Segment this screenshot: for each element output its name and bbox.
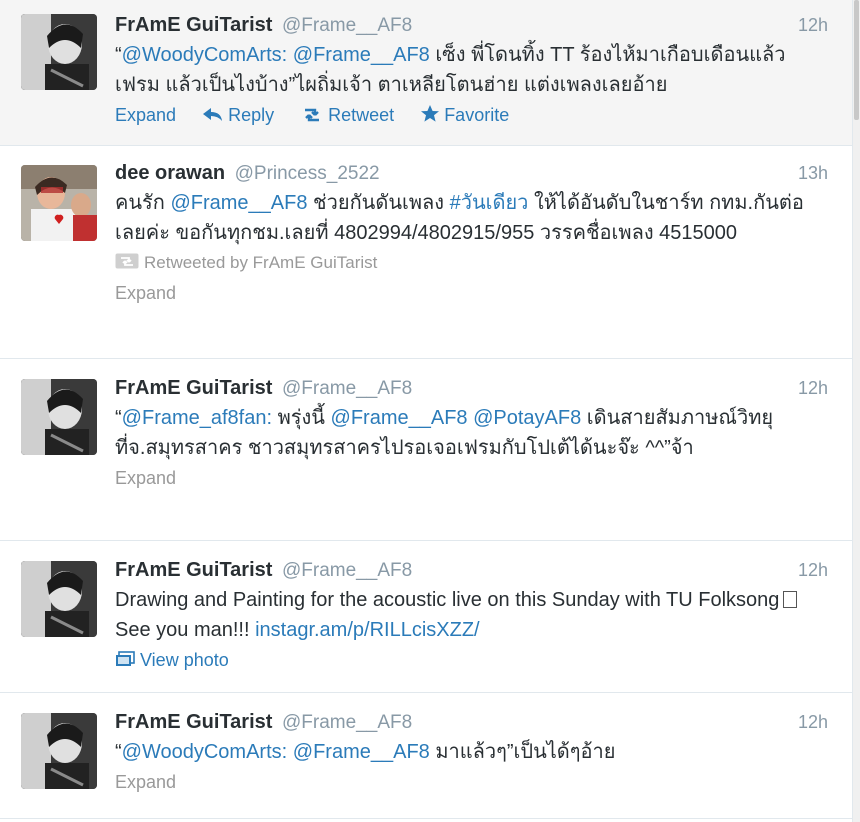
timestamp[interactable]: 12h bbox=[798, 709, 828, 735]
retweeted-by-text: Retweeted by FrAmE GuiTarist bbox=[144, 253, 378, 272]
view-photo-link[interactable]: View photo bbox=[115, 650, 229, 670]
tweet[interactable]: FrAmE GuiTarist @Frame__AF8 12h “@Frame_… bbox=[0, 359, 852, 541]
tweet-header: FrAmE GuiTarist @Frame__AF8 12h bbox=[115, 12, 828, 38]
fullname[interactable]: FrAmE GuiTarist bbox=[115, 711, 272, 733]
tweet-text: Drawing and Painting for the acoustic li… bbox=[115, 585, 828, 645]
timestamp[interactable]: 12h bbox=[798, 557, 828, 583]
tweet[interactable]: FrAmE GuiTarist @Frame__AF8 12h Drawing … bbox=[0, 541, 852, 693]
hashtag-link[interactable]: #วันเดียว bbox=[450, 192, 529, 214]
text-fragment: “ bbox=[115, 741, 122, 763]
retweet-button[interactable]: Retweet bbox=[301, 105, 399, 125]
reply-button[interactable]: Reply bbox=[203, 105, 279, 125]
tweet-actions: View photo bbox=[115, 647, 828, 673]
retweet-context[interactable]: Retweeted by FrAmE GuiTarist bbox=[115, 248, 828, 278]
tweet-text: “@WoodyComArts: @Frame__AF8 เซ็ง พี่โดนท… bbox=[115, 40, 828, 100]
expand-link[interactable]: Expand bbox=[115, 767, 828, 797]
mention-link[interactable]: @Frame_af8fan: bbox=[122, 407, 272, 429]
fullname[interactable]: FrAmE GuiTarist bbox=[115, 14, 272, 36]
tweet[interactable]: FrAmE GuiTarist @Frame__AF8 12h “@WoodyC… bbox=[0, 0, 852, 146]
view-photo-label: View photo bbox=[140, 650, 229, 670]
favorite-button[interactable]: Favorite bbox=[421, 105, 509, 125]
tweet-text: “@Frame_af8fan: พรุ่งนี้ @Frame__AF8 @Po… bbox=[115, 403, 828, 463]
timestamp[interactable]: 12h bbox=[798, 12, 828, 38]
expand-link[interactable]: Expand bbox=[115, 278, 828, 308]
fullname[interactable]: FrAmE GuiTarist bbox=[115, 559, 272, 581]
tweet-header: FrAmE GuiTarist @Frame__AF8 12h bbox=[115, 375, 828, 401]
tweet-text: “@WoodyComArts: @Frame__AF8 มาแล้วๆ”เป็น… bbox=[115, 737, 828, 767]
mention-link[interactable]: @WoodyComArts: bbox=[122, 44, 288, 66]
mention-link[interactable]: @Frame__AF8 bbox=[331, 407, 468, 429]
reply-label: Reply bbox=[228, 105, 275, 125]
mention-link[interactable]: @WoodyComArts: bbox=[122, 741, 288, 763]
scrollbar[interactable] bbox=[853, 0, 860, 822]
tweet-stream: FrAmE GuiTarist @Frame__AF8 12h “@WoodyC… bbox=[0, 0, 853, 822]
avatar[interactable] bbox=[21, 165, 97, 241]
mention-link[interactable]: @Frame__AF8 bbox=[293, 44, 430, 66]
mention-link[interactable]: @Frame__AF8 bbox=[170, 192, 307, 214]
tweet[interactable]: dee orawan @Princess_2522 13h คนรัก @Fra… bbox=[0, 146, 852, 359]
avatar[interactable] bbox=[21, 14, 97, 90]
tweet-header: FrAmE GuiTarist @Frame__AF8 12h bbox=[115, 557, 828, 583]
mention-link[interactable]: @PotayAF8 bbox=[473, 407, 581, 429]
expand-link[interactable]: Expand bbox=[115, 105, 176, 125]
username[interactable]: @Frame__AF8 bbox=[282, 378, 412, 399]
avatar[interactable] bbox=[21, 713, 97, 789]
username[interactable]: @Frame__AF8 bbox=[282, 560, 412, 581]
username[interactable]: @Frame__AF8 bbox=[282, 15, 412, 36]
timestamp[interactable]: 13h bbox=[798, 160, 828, 186]
username[interactable]: @Frame__AF8 bbox=[282, 712, 412, 733]
photo-icon bbox=[115, 648, 135, 674]
text-fragment: คนรัก bbox=[115, 192, 171, 214]
text-fragment: พรุ่งนี้ bbox=[272, 407, 331, 429]
scrollbar-thumb[interactable] bbox=[854, 0, 859, 120]
timestamp[interactable]: 12h bbox=[798, 375, 828, 401]
mention-link[interactable]: @Frame__AF8 bbox=[293, 741, 430, 763]
tweet-actions: Expand Reply Retweet Favorite bbox=[115, 102, 828, 128]
text-fragment: “ bbox=[115, 407, 122, 429]
text-fragment: มาแล้วๆ”เป็นได้ๆอ้าย bbox=[429, 741, 616, 763]
tweet[interactable]: FrAmE GuiTarist @Frame__AF8 12h “@WoodyC… bbox=[0, 693, 852, 819]
text-fragment: Drawing and Painting for the acoustic li… bbox=[115, 589, 780, 611]
unsupported-glyph-icon bbox=[783, 591, 798, 608]
username[interactable]: @Princess_2522 bbox=[235, 163, 380, 184]
tweet-text: คนรัก @Frame__AF8 ช่วยกันดันเพลง #วันเดี… bbox=[115, 188, 828, 248]
reply-arrow-icon bbox=[203, 103, 223, 129]
expand-link[interactable]: Expand bbox=[115, 463, 828, 493]
retweet-label: Retweet bbox=[328, 105, 395, 125]
text-fragment: ช่วยกันดันเพลง bbox=[307, 192, 450, 214]
fullname[interactable]: FrAmE GuiTarist bbox=[115, 377, 272, 399]
retweeted-icon bbox=[115, 249, 139, 279]
favorite-label: Favorite bbox=[444, 105, 510, 125]
avatar[interactable] bbox=[21, 379, 97, 455]
tweet-header: FrAmE GuiTarist @Frame__AF8 12h bbox=[115, 709, 828, 735]
instagram-link[interactable]: instagr.am/p/RILLcisXZZ/ bbox=[255, 619, 480, 641]
avatar[interactable] bbox=[21, 561, 97, 637]
retweet-icon bbox=[301, 103, 323, 129]
text-fragment: See you man!!! bbox=[115, 619, 256, 641]
fullname[interactable]: dee orawan bbox=[115, 162, 225, 184]
tweet-header: dee orawan @Princess_2522 13h bbox=[115, 160, 828, 186]
text-fragment: “ bbox=[115, 44, 122, 66]
star-icon bbox=[421, 103, 440, 129]
